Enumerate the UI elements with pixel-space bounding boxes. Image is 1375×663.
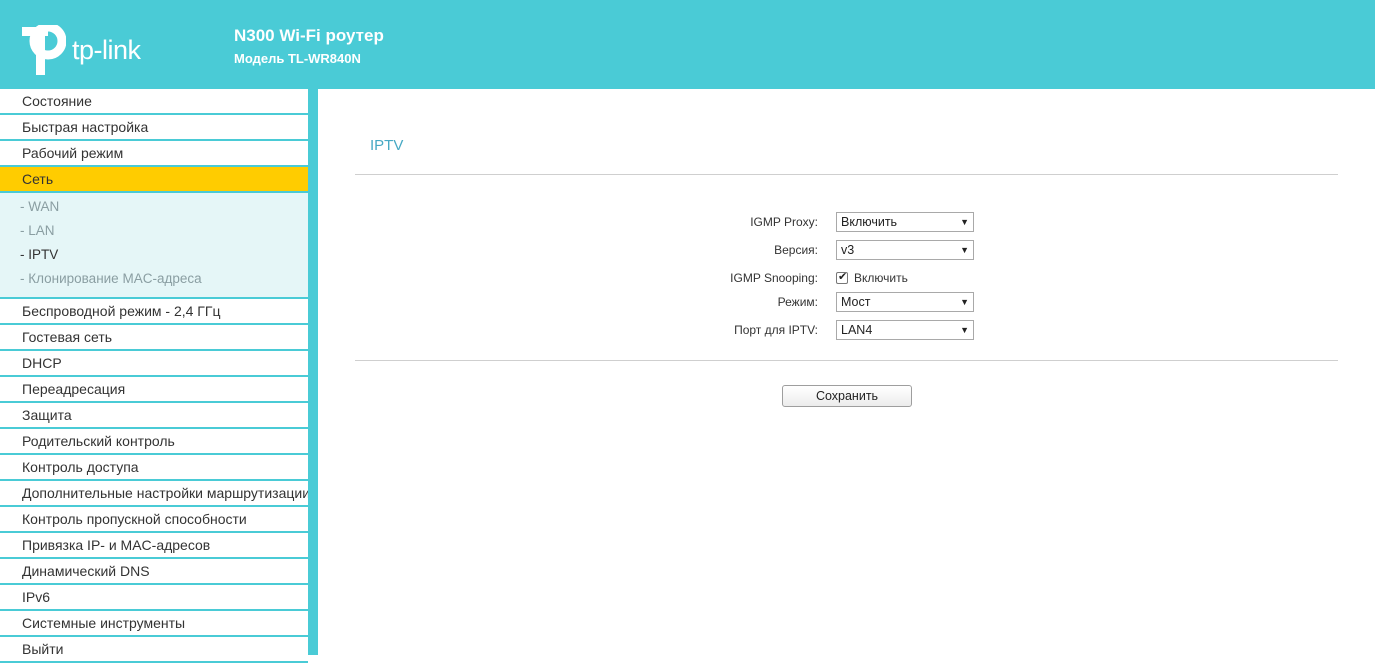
igmp-proxy-row: IGMP Proxy: Включить ▼ bbox=[318, 212, 1375, 236]
main-panel: IPTV IGMP Proxy: Включить ▼ Версия: v3 ▼… bbox=[318, 89, 1375, 655]
sidebar-item-dhcp[interactable]: DHCP bbox=[0, 351, 308, 377]
igmp-proxy-value: Включить bbox=[841, 215, 898, 229]
submenu-item-iptv[interactable]: - IPTV bbox=[0, 245, 308, 269]
sidebar-item-parental-control[interactable]: Родительский контроль bbox=[0, 429, 308, 455]
igmp-snooping-checkbox-label: Включить bbox=[854, 271, 908, 285]
save-button[interactable]: Сохранить bbox=[782, 385, 912, 407]
chevron-down-icon: ▼ bbox=[960, 217, 969, 227]
sidebar-item-advanced-routing[interactable]: Дополнительные настройки маршрутизации bbox=[0, 481, 308, 507]
version-label: Версия: bbox=[774, 243, 818, 257]
iptv-port-row: Порт для IPTV: LAN4 ▼ bbox=[318, 320, 1375, 344]
chevron-down-icon: ▼ bbox=[960, 325, 969, 335]
sidebar-item-guest-network[interactable]: Гостевая сеть bbox=[0, 325, 308, 351]
sidebar-item-network[interactable]: Сеть bbox=[0, 167, 308, 193]
sidebar-item-dynamic-dns[interactable]: Динамический DNS bbox=[0, 559, 308, 585]
mode-select[interactable]: Мост ▼ bbox=[836, 292, 974, 312]
product-name: N300 Wi-Fi роутер bbox=[234, 26, 384, 45]
sidebar: Состояние Быстрая настройка Рабочий режи… bbox=[0, 89, 318, 663]
sidebar-item-operation-mode[interactable]: Рабочий режим bbox=[0, 141, 308, 167]
divider-top bbox=[355, 174, 1338, 175]
sidebar-item-access-control[interactable]: Контроль доступа bbox=[0, 455, 308, 481]
logo-text: tp-link bbox=[72, 35, 141, 65]
sidebar-item-quick-setup[interactable]: Быстрая настройка bbox=[0, 115, 308, 141]
version-select[interactable]: v3 ▼ bbox=[836, 240, 974, 260]
tp-link-logo-icon bbox=[22, 22, 67, 75]
page-title: IPTV bbox=[370, 137, 404, 154]
sidebar-item-security[interactable]: Защита bbox=[0, 403, 308, 429]
igmp-proxy-label: IGMP Proxy: bbox=[750, 215, 818, 229]
sidebar-item-bandwidth-control[interactable]: Контроль пропускной способности bbox=[0, 507, 308, 533]
sidebar-item-status[interactable]: Состояние bbox=[0, 89, 308, 115]
mode-label: Режим: bbox=[777, 295, 818, 309]
sidebar-item-ip-mac-binding[interactable]: Привязка IP- и MAC-адресов bbox=[0, 533, 308, 559]
submenu-item-lan[interactable]: - LAN bbox=[0, 221, 308, 245]
version-row: Версия: v3 ▼ bbox=[318, 240, 1375, 264]
igmp-snooping-row: IGMP Snooping: ✔ Включить bbox=[318, 268, 1375, 292]
sidebar-item-forwarding[interactable]: Переадресация bbox=[0, 377, 308, 403]
iptv-port-select[interactable]: LAN4 ▼ bbox=[836, 320, 974, 340]
checkmark-icon: ✔ bbox=[838, 271, 848, 283]
chevron-down-icon: ▼ bbox=[960, 245, 969, 255]
igmp-proxy-select[interactable]: Включить ▼ bbox=[836, 212, 974, 232]
igmp-snooping-checkbox[interactable]: ✔ bbox=[836, 271, 848, 284]
sidebar-menu: Состояние Быстрая настройка Рабочий режи… bbox=[0, 89, 308, 663]
sidebar-item-ipv6[interactable]: IPv6 bbox=[0, 585, 308, 611]
version-value: v3 bbox=[841, 243, 855, 257]
iptv-port-label: Порт для IPTV: bbox=[734, 323, 818, 337]
igmp-snooping-label: IGMP Snooping: bbox=[730, 271, 818, 285]
sidebar-item-system-tools[interactable]: Системные инструменты bbox=[0, 611, 308, 637]
mode-row: Режим: Мост ▼ bbox=[318, 292, 1375, 316]
sidebar-item-wireless[interactable]: Беспроводной режим - 2,4 ГГц bbox=[0, 299, 308, 325]
iptv-port-value: LAN4 bbox=[841, 323, 873, 337]
sidebar-item-logout[interactable]: Выйти bbox=[0, 637, 308, 663]
mode-value: Мост bbox=[841, 295, 871, 309]
submenu-item-wan[interactable]: - WAN bbox=[0, 197, 308, 221]
chevron-down-icon: ▼ bbox=[960, 297, 969, 307]
network-submenu: - WAN - LAN - IPTV - Клонирование MAC-ад… bbox=[0, 193, 308, 299]
model-name: Модель TL-WR840N bbox=[234, 51, 361, 66]
tp-link-logo[interactable]: tp-link bbox=[22, 22, 157, 77]
divider-bottom bbox=[355, 360, 1338, 361]
submenu-item-mac-clone[interactable]: - Клонирование MAC-адреса bbox=[0, 269, 308, 293]
header: tp-link N300 Wi-Fi роутер Модель TL-WR84… bbox=[0, 0, 1375, 89]
